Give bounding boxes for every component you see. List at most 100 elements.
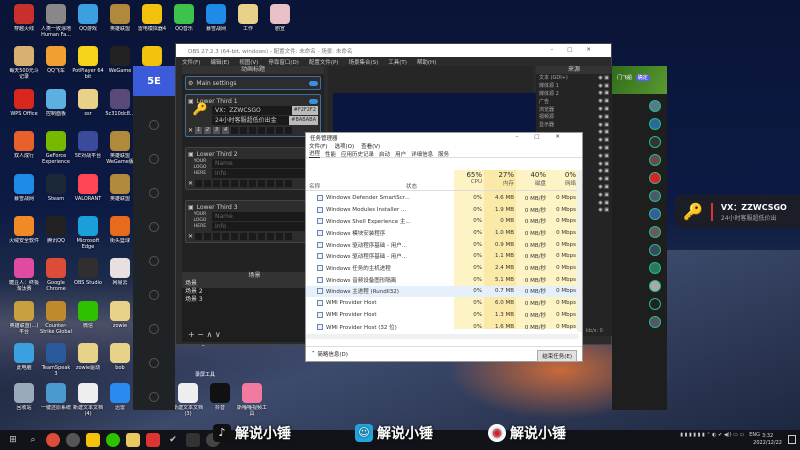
eye-icon[interactable]: ◉ ▣ [598,114,609,120]
col-mem[interactable]: 27% 内存 [484,171,514,187]
search-icon[interactable]: ⌕ [26,433,40,447]
end-task-button[interactable]: 结束任务(E) [537,350,577,362]
desktop-icon[interactable]: 腾讯QQ [40,215,72,244]
slot-button[interactable] [204,180,212,187]
info-field[interactable]: 24小时客服超低价出金 #BABABA [212,116,318,125]
slot-button[interactable] [276,233,284,240]
process-row[interactable]: Windows 主进程 (Rundll32) 0% 0.7 MB 0 MB/秒 0 Mb… [306,285,578,298]
chat-badge[interactable]: 确定 [635,75,650,81]
system-tray[interactable]: ▮ ▮ ▮ ▮ ▮ ▮ ⌃ ◐ ✔ ◀)) ▭ ▭ ENG [680,432,760,438]
desktop-icon[interactable]: 5E对战平台 [72,131,104,159]
slot-button[interactable] [258,180,266,187]
desktop-icon[interactable]: 英雄联盟 [104,4,136,32]
desktop-icon[interactable]: 迅雷 [104,383,136,411]
process-row[interactable]: Windows Shell Experience 主... 0% 0 MB 0 MB/… [306,215,578,227]
process-row[interactable]: Windows 驱动程序基础 - 用户... 0% 0.9 MB 0 MB/秒 0 Mb… [306,239,578,251]
tab[interactable]: 应用历史记录 [341,150,374,158]
slot-button[interactable] [285,233,293,240]
app-icon[interactable] [86,433,100,447]
desktop-icon[interactable]: 此电脑 [8,342,40,371]
desktop-icon[interactable]: 火绒安全软件 [8,215,40,244]
desktop-icon[interactable]: 糖豆人：终极淘汰赛 [8,258,40,292]
desktop-icon[interactable]: zowie驱动 [72,342,104,371]
slot-button[interactable]: 2 [204,127,212,134]
tab[interactable]: 启动 [379,150,390,158]
close-icon[interactable]: ✕ [188,233,193,240]
slot-button[interactable] [249,233,257,240]
slot-button[interactable] [231,127,239,134]
slot-button[interactable] [231,180,239,187]
settings-icon[interactable] [149,358,159,368]
process-row[interactable]: Windows 模块安装程序 0% 1.0 MB 0 MB/秒 0 Mbps [306,227,578,239]
contact-avatar[interactable] [649,208,661,220]
tab[interactable]: 进程 [309,149,321,158]
name-field[interactable]: Name [212,212,318,221]
slot-button[interactable] [276,180,284,187]
desktop-icon[interactable]: 英雄联盟(...)平台 [8,300,40,335]
slot-button[interactable] [240,180,248,187]
desktop-icon[interactable]: Microsoft Edge [72,215,104,250]
desktop-icon[interactable]: QQ飞车 [40,46,72,74]
desktop-icon[interactable]: 街头篮球 [104,215,136,244]
contact-avatar[interactable] [649,262,661,274]
desktop-icon[interactable]: 新建文本文档 (4) [72,383,104,417]
desktop-icon[interactable]: 回收站 [8,383,40,411]
slot-button[interactable] [267,233,275,240]
desktop-icon[interactable]: 暴雪战网 [8,173,40,202]
col-cpu[interactable]: 65% CPU [454,171,482,185]
desktop-icon[interactable]: 5c310dc8... [104,89,136,117]
eye-icon[interactable]: ◉ ▣ [598,83,609,89]
process-row[interactable]: Windows 任务的主机进程 0% 2.4 MB 0 MB/秒 0 Mbps [306,262,578,274]
eye-icon[interactable]: ◉ ▣ [598,145,609,151]
slot-button[interactable] [240,233,248,240]
desktop-icon[interactable]: 穿越火线 [8,4,40,32]
scene-controls[interactable]: + − ∧ ∨ [185,331,221,339]
slot-button[interactable] [222,180,230,187]
menu-item[interactable]: 编辑(E) [210,58,229,66]
nav-icon[interactable] [149,154,159,164]
contact-avatar[interactable] [649,226,661,238]
slot-button[interactable]: 1 [195,127,203,134]
app-icon[interactable] [66,433,80,447]
process-row[interactable]: Windows Defender SmartScr... 0% 4.6 MB 0 MB… [306,192,578,204]
desktop-icon[interactable]: 英雄联盟 [104,173,136,202]
source-item[interactable]: 文本 (GDI+) ◉ ▣ [536,74,612,82]
desktop-icon[interactable]: QQ游戏 [72,4,104,32]
process-row[interactable]: Windows 驱动程序基础 - 用户... 0% 1.1 MB 0 MB/秒 0 Mb… [306,251,578,263]
contact-avatar[interactable] [649,154,661,166]
process-row[interactable]: WMI Provider Host 0% 1.3 MB 0 MB/秒 0 Mbps [306,309,578,321]
eye-icon[interactable]: ◉ ▣ [598,192,609,198]
desktop-icon[interactable]: 每天500元斗记录 [8,46,40,80]
toggle[interactable] [309,98,318,104]
desktop-icon[interactable]: 英雄联盟WeGame版 [104,131,136,165]
desktop-icon[interactable]: GeForce Experience [40,131,72,165]
desktop-icon[interactable]: WeGame [104,46,136,74]
desktop-icon[interactable]: 雷电模拟器4 [136,4,168,32]
col-disk[interactable]: 40% 磁盘 [516,171,546,187]
desktop-icon[interactable]: 网易云 [104,258,136,286]
slot-button[interactable] [231,233,239,240]
desktop-icon[interactable]: 人类一败涂地 Human Fa... [40,4,72,38]
eye-icon[interactable]: ◉ ▣ [598,184,609,190]
menu-item[interactable]: 停靠窗口(D) [268,58,299,66]
slot-button[interactable] [249,180,257,187]
menu-item[interactable]: 场景集合(S) [348,58,378,66]
main-settings[interactable]: ⚙ Main settings [185,76,321,90]
eye-icon[interactable]: ◉ ▣ [598,75,609,81]
slot-button[interactable] [267,180,275,187]
eye-icon[interactable]: ◉ ▣ [598,176,609,182]
close-icon[interactable]: ✕ [188,127,193,134]
desktop-icon[interactable]: 一键还原系统 [40,383,72,411]
slot-button[interactable]: 3 [213,127,221,134]
folder-icon[interactable] [126,433,140,447]
desktop-icon[interactable]: 微信 [72,300,104,329]
slot-button[interactable] [258,233,266,240]
slot-button[interactable] [285,180,293,187]
contact-avatar[interactable] [649,316,661,328]
col-net[interactable]: 0% 网络 [548,171,576,187]
slot-button[interactable] [204,233,212,240]
contact-avatar[interactable] [649,118,661,130]
tab[interactable]: 服务 [438,150,449,158]
info-field[interactable]: Info [212,222,318,231]
desktop-icon[interactable]: 双人成行 [8,131,40,159]
